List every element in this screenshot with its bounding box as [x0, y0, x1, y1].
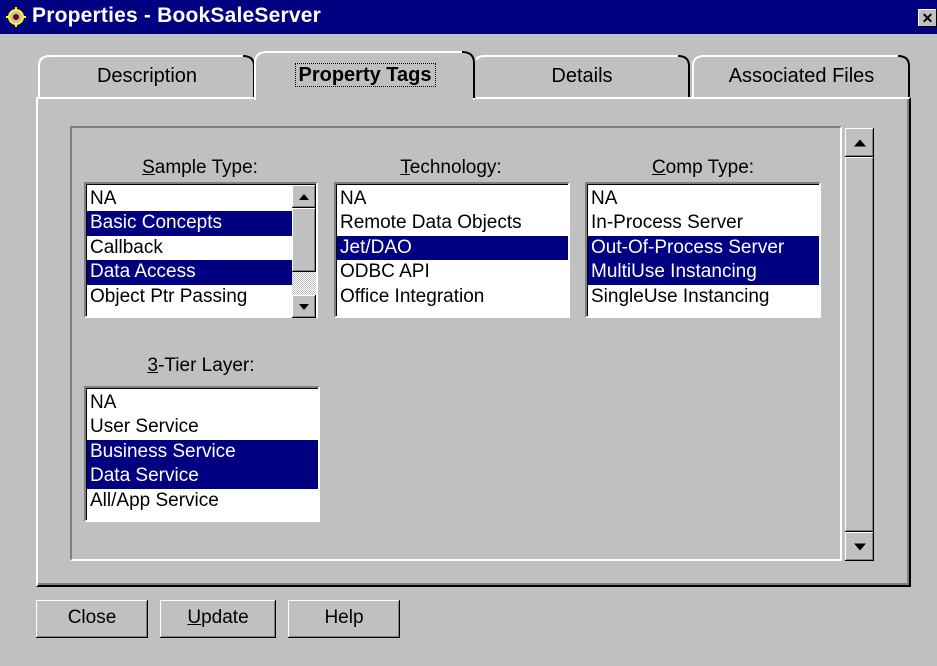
scroll-down-button[interactable]: [292, 295, 316, 318]
list-item[interactable]: MultiUse Instancing: [588, 260, 819, 285]
close-icon: ✕: [921, 10, 934, 26]
list-item[interactable]: Out-Of-Process Server: [588, 235, 819, 261]
list-item[interactable]: NA: [337, 187, 568, 211]
tab-property-tags[interactable]: Property Tags: [254, 50, 476, 100]
comp-type-label: Comp Type:: [651, 157, 755, 178]
comp-type-listbox[interactable]: NA In-Process Server Out-Of-Process Serv…: [585, 182, 821, 318]
tab-details[interactable]: Details: [473, 54, 691, 98]
tab-label: Details: [551, 65, 613, 87]
list-item[interactable]: Data Service: [87, 464, 318, 489]
app-icon: [6, 7, 26, 27]
list-item[interactable]: In-Process Server: [588, 211, 819, 235]
panel-scrollbar[interactable]: [845, 128, 874, 561]
tier-layer-label: 3-Tier Layer:: [147, 355, 255, 376]
sample-type-label: Sample Type:: [142, 157, 258, 178]
list-item[interactable]: Callback: [87, 236, 293, 260]
scroll-thumb[interactable]: [845, 157, 874, 532]
scroll-up-button[interactable]: [845, 128, 874, 157]
help-button[interactable]: Help: [288, 600, 400, 638]
list-item[interactable]: Office Integration: [337, 285, 568, 309]
list-item[interactable]: NA: [87, 391, 318, 415]
list-item[interactable]: SingleUse Instancing: [588, 285, 819, 309]
list-item[interactable]: Basic Concepts: [87, 211, 293, 236]
scroll-down-button[interactable]: [845, 532, 874, 561]
arrow-up-icon: [853, 139, 866, 146]
list-item[interactable]: User Service: [87, 415, 318, 439]
tab-label: Description: [96, 65, 198, 87]
list-item[interactable]: Jet/DAO: [337, 235, 568, 261]
list-item[interactable]: Data Access: [87, 260, 293, 285]
sample-type-listbox[interactable]: NA Basic Concepts Callback Data Access O…: [84, 182, 318, 318]
tab-label: Property Tags: [294, 63, 436, 87]
window-title: Properties - BookSaleServer: [32, 4, 322, 27]
close-button[interactable]: Close: [36, 600, 148, 638]
list-item[interactable]: Remote Data Objects: [337, 211, 568, 235]
list-item[interactable]: NA: [87, 187, 293, 211]
scroll-up-button[interactable]: [292, 185, 316, 208]
technology-listbox[interactable]: NA Remote Data Objects Jet/DAO ODBC API …: [334, 182, 570, 318]
tab-associated-files[interactable]: Associated Files: [692, 54, 911, 98]
list-item[interactable]: All/App Service: [87, 489, 318, 513]
technology-label: Technology:: [400, 157, 502, 178]
list-item[interactable]: NA: [588, 187, 819, 211]
list-item[interactable]: ODBC API: [337, 260, 568, 284]
update-button[interactable]: Update: [160, 600, 276, 638]
arrow-down-icon: [299, 303, 309, 310]
arrow-down-icon: [853, 543, 866, 550]
list-item[interactable]: Object Ptr Passing: [87, 285, 293, 309]
sample-type-scrollbar[interactable]: [292, 185, 316, 318]
tier-layer-listbox[interactable]: NA User Service Business Service Data Se…: [84, 386, 320, 522]
scroll-thumb[interactable]: [292, 208, 316, 272]
title-bar: Properties - BookSaleServer ✕: [0, 0, 937, 34]
tab-description[interactable]: Description: [38, 54, 256, 98]
arrow-up-icon: [299, 193, 309, 200]
close-window-button[interactable]: ✕: [918, 9, 937, 27]
tab-label: Associated Files: [728, 65, 875, 87]
list-item[interactable]: Business Service: [87, 439, 318, 465]
